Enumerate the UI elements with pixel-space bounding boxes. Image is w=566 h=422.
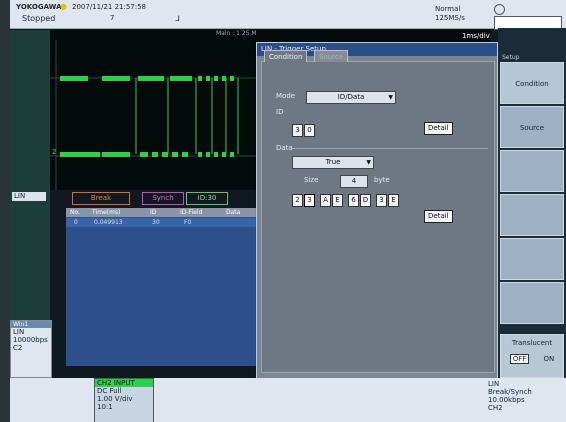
mode-label: Mode: [276, 92, 296, 100]
ch2-line2: 1.00 V/div: [97, 395, 133, 403]
setup-label: Setup: [502, 54, 520, 61]
softkey-panel: Setup Condition Source Translucent OFF O…: [498, 28, 566, 378]
data-digit-3[interactable]: A: [320, 194, 331, 207]
col-time: Time(ms): [92, 209, 121, 216]
left-bezel: [0, 0, 10, 422]
marker-7: 7: [110, 14, 115, 22]
knob-icon[interactable]: [494, 4, 505, 15]
lin-channel-tag[interactable]: LIN: [12, 192, 46, 201]
ch2-title: CH2 INPUT: [95, 379, 153, 387]
ch2-line1: DC Full: [97, 387, 122, 395]
chevron-down-icon: ▼: [388, 94, 393, 101]
data-digit-6[interactable]: D: [360, 194, 371, 207]
oscilloscope-screen: YOKOGAWA ● 2007/11/21 21:57:58 Stopped 7…: [10, 0, 566, 422]
blank-softkey-6[interactable]: [500, 282, 564, 324]
tab-source[interactable]: Source: [314, 50, 349, 62]
ch2-line3: 10:1: [97, 403, 113, 411]
brand-logo: YOKOGAWA: [16, 3, 62, 11]
id-label: ID: [276, 108, 284, 116]
trig-line2: Break/Synch: [488, 388, 532, 396]
data-condition-select[interactable]: True ▼: [292, 156, 374, 169]
cell-time: 0.049913: [94, 219, 123, 226]
cell-idfield: F0: [184, 219, 192, 226]
col-data: Data: [226, 209, 241, 216]
col-id: ID: [150, 209, 157, 216]
win1-title: Win1: [11, 321, 51, 328]
win1-box: Win1 LIN 10000bps C2: [10, 320, 52, 378]
win1-line3: C2: [13, 344, 23, 352]
divider: [292, 148, 488, 149]
sample-rate: 125MS/s: [435, 14, 465, 22]
translucent-off[interactable]: OFF: [509, 354, 530, 364]
size-unit: byte: [374, 176, 390, 184]
bottom-status-bar: CH2 INPUT DC Full 1.00 V/div 10:1 LIN Br…: [10, 378, 566, 422]
trig-line1: LIN: [488, 380, 500, 388]
id-digit-2[interactable]: 0: [304, 124, 315, 137]
translucent-on[interactable]: ON: [544, 355, 555, 363]
table-row[interactable]: 0 0.049913 30 F0: [66, 218, 256, 227]
chevron-down-icon: ▼: [366, 159, 371, 166]
run-status: Stopped: [22, 14, 56, 23]
col-no: No.: [70, 209, 80, 216]
data-digit-5[interactable]: 6: [348, 194, 359, 207]
left-side-panel: LIN: [10, 30, 50, 320]
cell-id: 30: [152, 219, 160, 226]
list-header: No. Time(ms) ID ID-Field Data: [66, 208, 256, 217]
datetime-text: 2007/11/21 21:57:58: [72, 3, 147, 11]
col-idfield: ID-Field: [180, 209, 203, 216]
id-digit-1[interactable]: 3: [292, 124, 303, 137]
condition-softkey[interactable]: Condition: [500, 62, 564, 104]
cell-no: 0: [74, 219, 78, 226]
data-digit-1[interactable]: 2: [292, 194, 303, 207]
top-status-bar: YOKOGAWA ● 2007/11/21 21:57:58 Stopped 7…: [10, 0, 566, 29]
decode-list[interactable]: No. Time(ms) ID ID-Field Data 0 0.049913…: [66, 208, 256, 366]
translucent-softkey[interactable]: Translucent OFF ON: [500, 334, 564, 378]
data-digit-2[interactable]: 3: [304, 194, 315, 207]
win1-line1: LIN: [13, 328, 25, 336]
source-softkey[interactable]: Source: [500, 106, 564, 148]
translucent-label: Translucent: [511, 339, 553, 347]
trig-line3: 10.00kbps: [488, 396, 525, 404]
size-input[interactable]: 4: [340, 175, 368, 188]
data-digit-7[interactable]: 3: [376, 194, 387, 207]
detail-button-data[interactable]: Detail: [424, 210, 453, 223]
detail-button-id[interactable]: Detail: [424, 122, 453, 135]
id-label: ID:30: [186, 192, 228, 205]
blank-softkey-5[interactable]: [500, 238, 564, 280]
data-digit-8[interactable]: E: [388, 194, 399, 207]
win1-line2: 10000bps: [13, 336, 48, 344]
dialog-body: Condition Source Mode ID/Data ▼ ID 3 0 D…: [261, 50, 495, 373]
acq-mode: Normal: [435, 5, 461, 13]
tab-condition[interactable]: Condition: [264, 50, 308, 62]
trigger-position-icon: ᒧ: [175, 14, 180, 23]
data-digit-4[interactable]: E: [332, 194, 343, 207]
mode-select[interactable]: ID/Data ▼: [306, 91, 396, 104]
svg-text:2: 2: [52, 148, 56, 156]
blank-softkey-4[interactable]: [500, 194, 564, 236]
ch2-input-box[interactable]: CH2 INPUT DC Full 1.00 V/div 10:1: [94, 378, 154, 422]
size-label: Size: [304, 176, 319, 184]
trigger-setup-dialog: LIN - Trigger Setup Condition Source Mod…: [256, 42, 498, 380]
blank-softkey-3[interactable]: [500, 150, 564, 192]
sun-icon: ●: [60, 2, 67, 11]
synch-label: Synch: [142, 192, 184, 205]
trigger-info: LIN Break/Synch 10.00kbps CH2: [488, 380, 562, 412]
trig-line4: CH2: [488, 404, 503, 412]
break-label: Break: [72, 192, 130, 205]
data-label: Data: [276, 144, 293, 152]
